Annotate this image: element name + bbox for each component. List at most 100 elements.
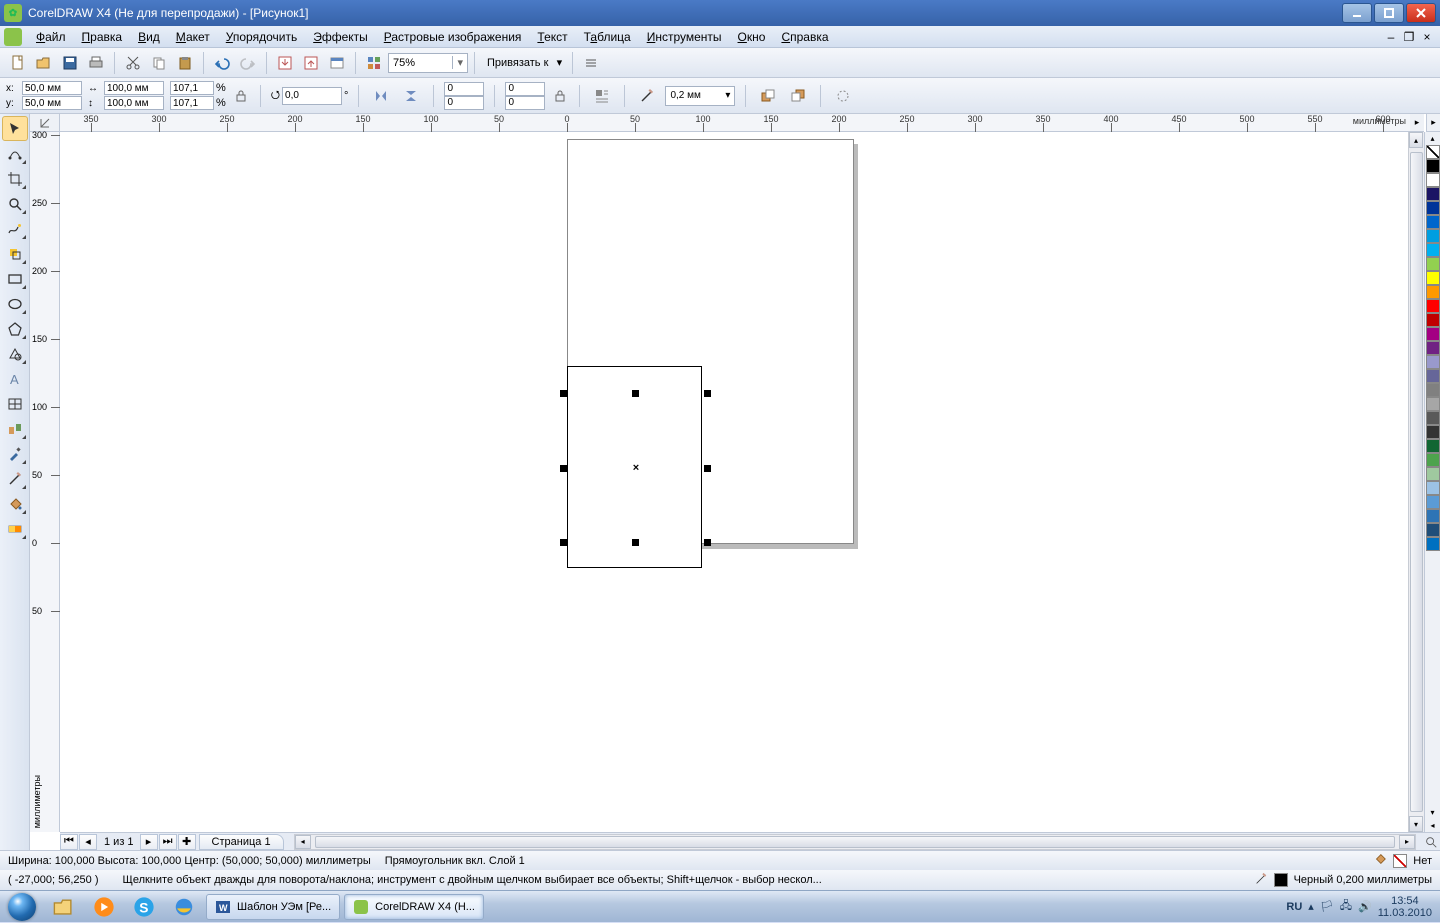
color-swatch[interactable] [1426,523,1440,537]
to-front-button[interactable] [756,84,780,108]
app-launcher-button[interactable] [362,51,386,75]
color-swatch[interactable] [1426,173,1440,187]
tray-flag-icon[interactable]: 🏳 [1320,900,1334,913]
selection-handle[interactable] [704,465,711,472]
open-button[interactable] [32,51,56,75]
menu-вид[interactable]: Вид [130,28,168,46]
horizontal-scrollbar[interactable]: ◂ ▸ [294,834,1416,850]
scroll-up-button[interactable]: ▴ [1409,132,1423,148]
menu-справка[interactable]: Справка [773,28,836,46]
text-tool[interactable]: A [2,366,28,391]
menu-правка[interactable]: Правка [74,28,131,46]
mirror-h-button[interactable] [369,84,393,108]
undo-button[interactable] [210,51,234,75]
vertical-ruler[interactable]: миллиметры 30025020015010050050 [30,132,60,832]
app-icon[interactable] [4,28,22,46]
corner-bl-input[interactable] [444,96,484,110]
color-swatch[interactable] [1426,369,1440,383]
color-swatch[interactable] [1426,383,1440,397]
rotation-input[interactable] [282,87,342,105]
color-swatch[interactable] [1426,509,1440,523]
mirror-v-button[interactable] [399,84,423,108]
wmp-icon[interactable] [84,893,124,921]
color-swatch[interactable] [1426,187,1440,201]
corner-br-input[interactable] [505,96,545,110]
zoom-combo[interactable]: 75%▾ [388,53,468,73]
new-button[interactable] [6,51,30,75]
page-prev-button[interactable]: ◂ [79,834,97,850]
color-swatch[interactable] [1426,285,1440,299]
smart-fill-tool[interactable] [2,241,28,266]
color-swatch[interactable] [1426,201,1440,215]
height-input[interactable] [104,96,164,110]
palette-flyout[interactable]: ◂ [1430,819,1434,832]
convert-to-curves-button[interactable] [831,84,855,108]
scale-x-input[interactable] [170,81,214,95]
basic-shapes-tool[interactable] [2,341,28,366]
color-swatch[interactable] [1426,537,1440,551]
publish-button[interactable] [325,51,349,75]
color-swatch[interactable] [1426,229,1440,243]
taskbar-app-word[interactable]: W Шаблон УЭм [Ре... [206,894,340,920]
menu-инструменты[interactable]: Инструменты [639,28,730,46]
table-tool[interactable] [2,391,28,416]
selection-handle[interactable] [632,539,639,546]
color-swatch[interactable] [1426,481,1440,495]
color-swatch[interactable] [1426,299,1440,313]
menu-макет[interactable]: Макет [168,28,218,46]
color-swatch[interactable] [1426,425,1440,439]
pos-y-input[interactable] [22,96,82,110]
width-input[interactable] [104,81,164,95]
explorer-icon[interactable] [44,893,84,921]
scroll-thumb[interactable] [1410,152,1423,812]
ie-icon[interactable] [164,893,204,921]
scroll-left-button[interactable]: ◂ [295,835,311,849]
skype-icon[interactable]: S [124,893,164,921]
ruler-nav-button-2[interactable]: ▸ [1426,114,1440,132]
language-indicator[interactable]: RU [1286,901,1302,913]
rectangle-tool[interactable] [2,266,28,291]
redo-button[interactable] [236,51,260,75]
palette-scroll-down[interactable]: ▾ [1430,806,1434,819]
menu-текст[interactable]: Текст [529,28,575,46]
horizontal-ruler[interactable]: миллиметры 35030025020015010050050100150… [60,114,1410,132]
fill-tool[interactable] [2,491,28,516]
add-page-button[interactable]: ✚ [178,834,196,850]
paste-button[interactable] [173,51,197,75]
selection-center-icon[interactable]: × [633,462,639,474]
selection-handle[interactable] [704,390,711,397]
import-button[interactable] [273,51,297,75]
color-swatch[interactable] [1426,467,1440,481]
ruler-nav-button[interactable]: ▸ [1410,114,1424,132]
color-swatch[interactable] [1426,257,1440,271]
clock[interactable]: 13:54 11.03.2010 [1378,895,1432,919]
export-button[interactable] [299,51,323,75]
color-swatch[interactable] [1426,271,1440,285]
color-swatch[interactable] [1426,495,1440,509]
fill-swatch[interactable] [1393,854,1407,868]
wrap-text-button[interactable] [590,84,614,108]
page-last-button[interactable]: ⏭ [159,834,177,850]
shape-tool[interactable] [2,141,28,166]
color-swatch[interactable] [1426,327,1440,341]
freehand-tool[interactable] [2,216,28,241]
pick-tool[interactable] [2,116,28,141]
cut-button[interactable] [121,51,145,75]
menu-растровые изображения[interactable]: Растровые изображения [376,28,530,46]
window-maximize-button[interactable] [1374,3,1404,23]
selection-handle[interactable] [560,390,567,397]
zoom-tool[interactable] [2,191,28,216]
interactive-blend-tool[interactable] [2,416,28,441]
options-button[interactable] [579,51,603,75]
navigator-button[interactable] [1422,834,1440,850]
outline-tool[interactable] [2,466,28,491]
color-swatch[interactable] [1426,313,1440,327]
scale-y-input[interactable] [170,96,214,110]
selection-handle[interactable] [560,539,567,546]
pos-x-input[interactable] [22,81,82,95]
page-tab[interactable]: Страница 1 [199,834,284,850]
scroll-down-button[interactable]: ▾ [1409,816,1423,832]
copy-button[interactable] [147,51,171,75]
no-color-swatch[interactable] [1426,145,1440,159]
tray-icon[interactable]: ▴ [1308,900,1314,913]
